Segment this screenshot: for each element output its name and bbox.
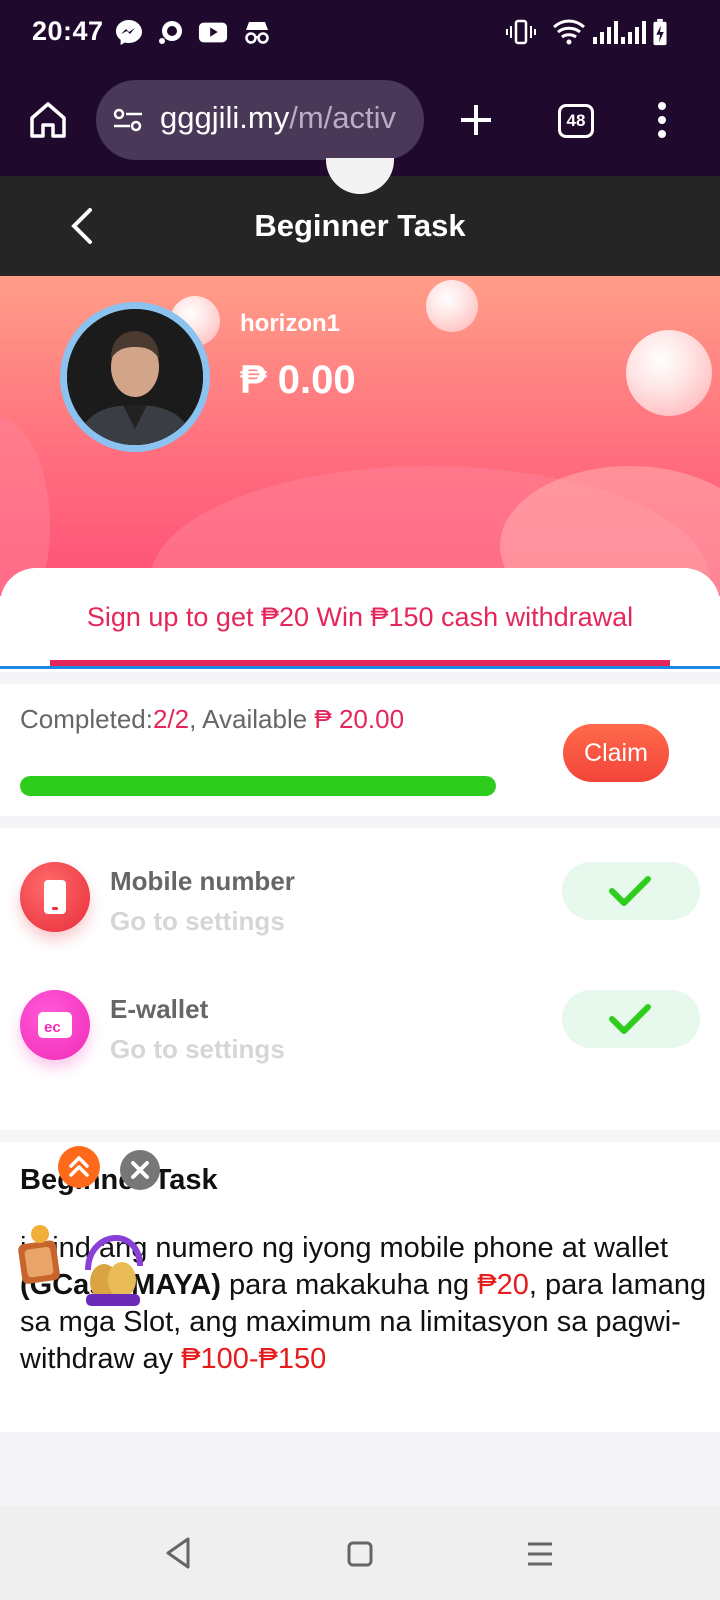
close-float-button[interactable] <box>120 1150 160 1190</box>
completed-label: Completed: <box>20 704 153 734</box>
vibrate-icon <box>506 19 536 45</box>
available-label: , Available <box>189 704 315 734</box>
available-value: ₱ 20.00 <box>314 704 405 734</box>
tab-divider <box>0 666 720 669</box>
task-status-done <box>562 862 700 920</box>
task-go-settings[interactable]: Go to settings <box>110 906 285 937</box>
battery-charging-icon <box>653 18 667 46</box>
system-nav-bar <box>0 1506 720 1600</box>
bonus-amount: ₱20 <box>477 1269 529 1301</box>
tab-switcher-button[interactable]: 48 <box>558 104 594 138</box>
pull-indicator <box>326 158 394 194</box>
youtube-icon <box>198 22 228 43</box>
task-name: E-wallet <box>110 994 209 1024</box>
signal-icon <box>621 21 646 44</box>
wifi-icon <box>553 19 585 45</box>
completed-value: 2/2 <box>152 704 190 734</box>
address-bar[interactable]: gggjili.my/m/activ <box>96 80 424 160</box>
task-row-ewallet[interactable]: ec E-wallet Go to settings <box>0 978 720 1108</box>
more-menu-icon[interactable] <box>654 100 670 140</box>
url-host: gggjili.my <box>160 100 290 135</box>
status-time: 20:47 <box>32 16 104 46</box>
home-icon[interactable] <box>28 100 68 140</box>
withdraw-limit: ₱100-₱150 <box>181 1343 327 1375</box>
progress-card: Completed:2/2, Available ₱ 20.00 Claim <box>0 684 720 816</box>
decor-bubble <box>426 280 478 332</box>
page-title: Beginner Task <box>254 208 466 243</box>
mobile-phone-icon <box>20 862 90 932</box>
new-tab-icon[interactable] <box>456 100 496 140</box>
checkmark-icon <box>609 876 651 906</box>
scroll-to-top-button[interactable] <box>58 1146 100 1188</box>
description-part: para makakuha ng <box>220 1269 478 1301</box>
description-title: Beginner Task <box>20 1164 218 1196</box>
close-icon <box>131 1161 149 1179</box>
promo-bag-icon[interactable] <box>18 1222 62 1286</box>
task-name: Mobile number <box>110 866 295 896</box>
username: horizon1 <box>240 310 340 337</box>
nav-menu-icon[interactable] <box>526 1540 554 1568</box>
url-text: gggjili.my/m/activ <box>160 100 396 136</box>
profile-hero: horizon1 ₱ 0.00 <box>0 276 720 596</box>
signal-icon <box>593 21 618 44</box>
nav-back-icon[interactable] <box>164 1536 192 1570</box>
avatar-photo <box>67 309 203 445</box>
task-list: Mobile number Go to settings ec E-wallet… <box>0 828 720 1130</box>
task-tab-bar: Sign up to get ₱20 Win ₱150 cash withdra… <box>0 568 720 672</box>
nav-home-icon[interactable] <box>346 1540 374 1568</box>
task-row-mobile[interactable]: Mobile number Go to settings <box>0 848 720 978</box>
svg-text:ec: ec <box>44 1019 61 1036</box>
task-status-done <box>562 990 700 1048</box>
url-path: /m/activ <box>289 100 397 135</box>
claim-button[interactable]: Claim <box>563 724 669 782</box>
tab-signup-bonus[interactable]: Sign up to get ₱20 Win ₱150 cash withdra… <box>0 602 720 633</box>
avatar[interactable] <box>60 302 210 452</box>
progress-bar <box>20 776 496 796</box>
promo-golden-egg-icon[interactable] <box>80 1230 144 1310</box>
site-settings-icon[interactable] <box>112 106 144 134</box>
progress-fill <box>20 776 496 796</box>
status-bar: 20:47 <box>0 0 720 66</box>
wallet-icon: ec <box>20 990 90 1060</box>
incognito-icon <box>245 22 269 44</box>
chat-icon <box>159 21 182 44</box>
balance: ₱ 0.00 <box>240 358 356 402</box>
checkmark-icon <box>609 1004 651 1034</box>
double-chevron-up-icon <box>69 1156 89 1177</box>
progress-summary: Completed:2/2, Available ₱ 20.00 <box>20 704 404 735</box>
decor-bubble <box>626 330 712 416</box>
messenger-icon <box>116 20 142 45</box>
task-go-settings[interactable]: Go to settings <box>110 1034 285 1065</box>
page-header: Beginner Task <box>0 158 720 276</box>
